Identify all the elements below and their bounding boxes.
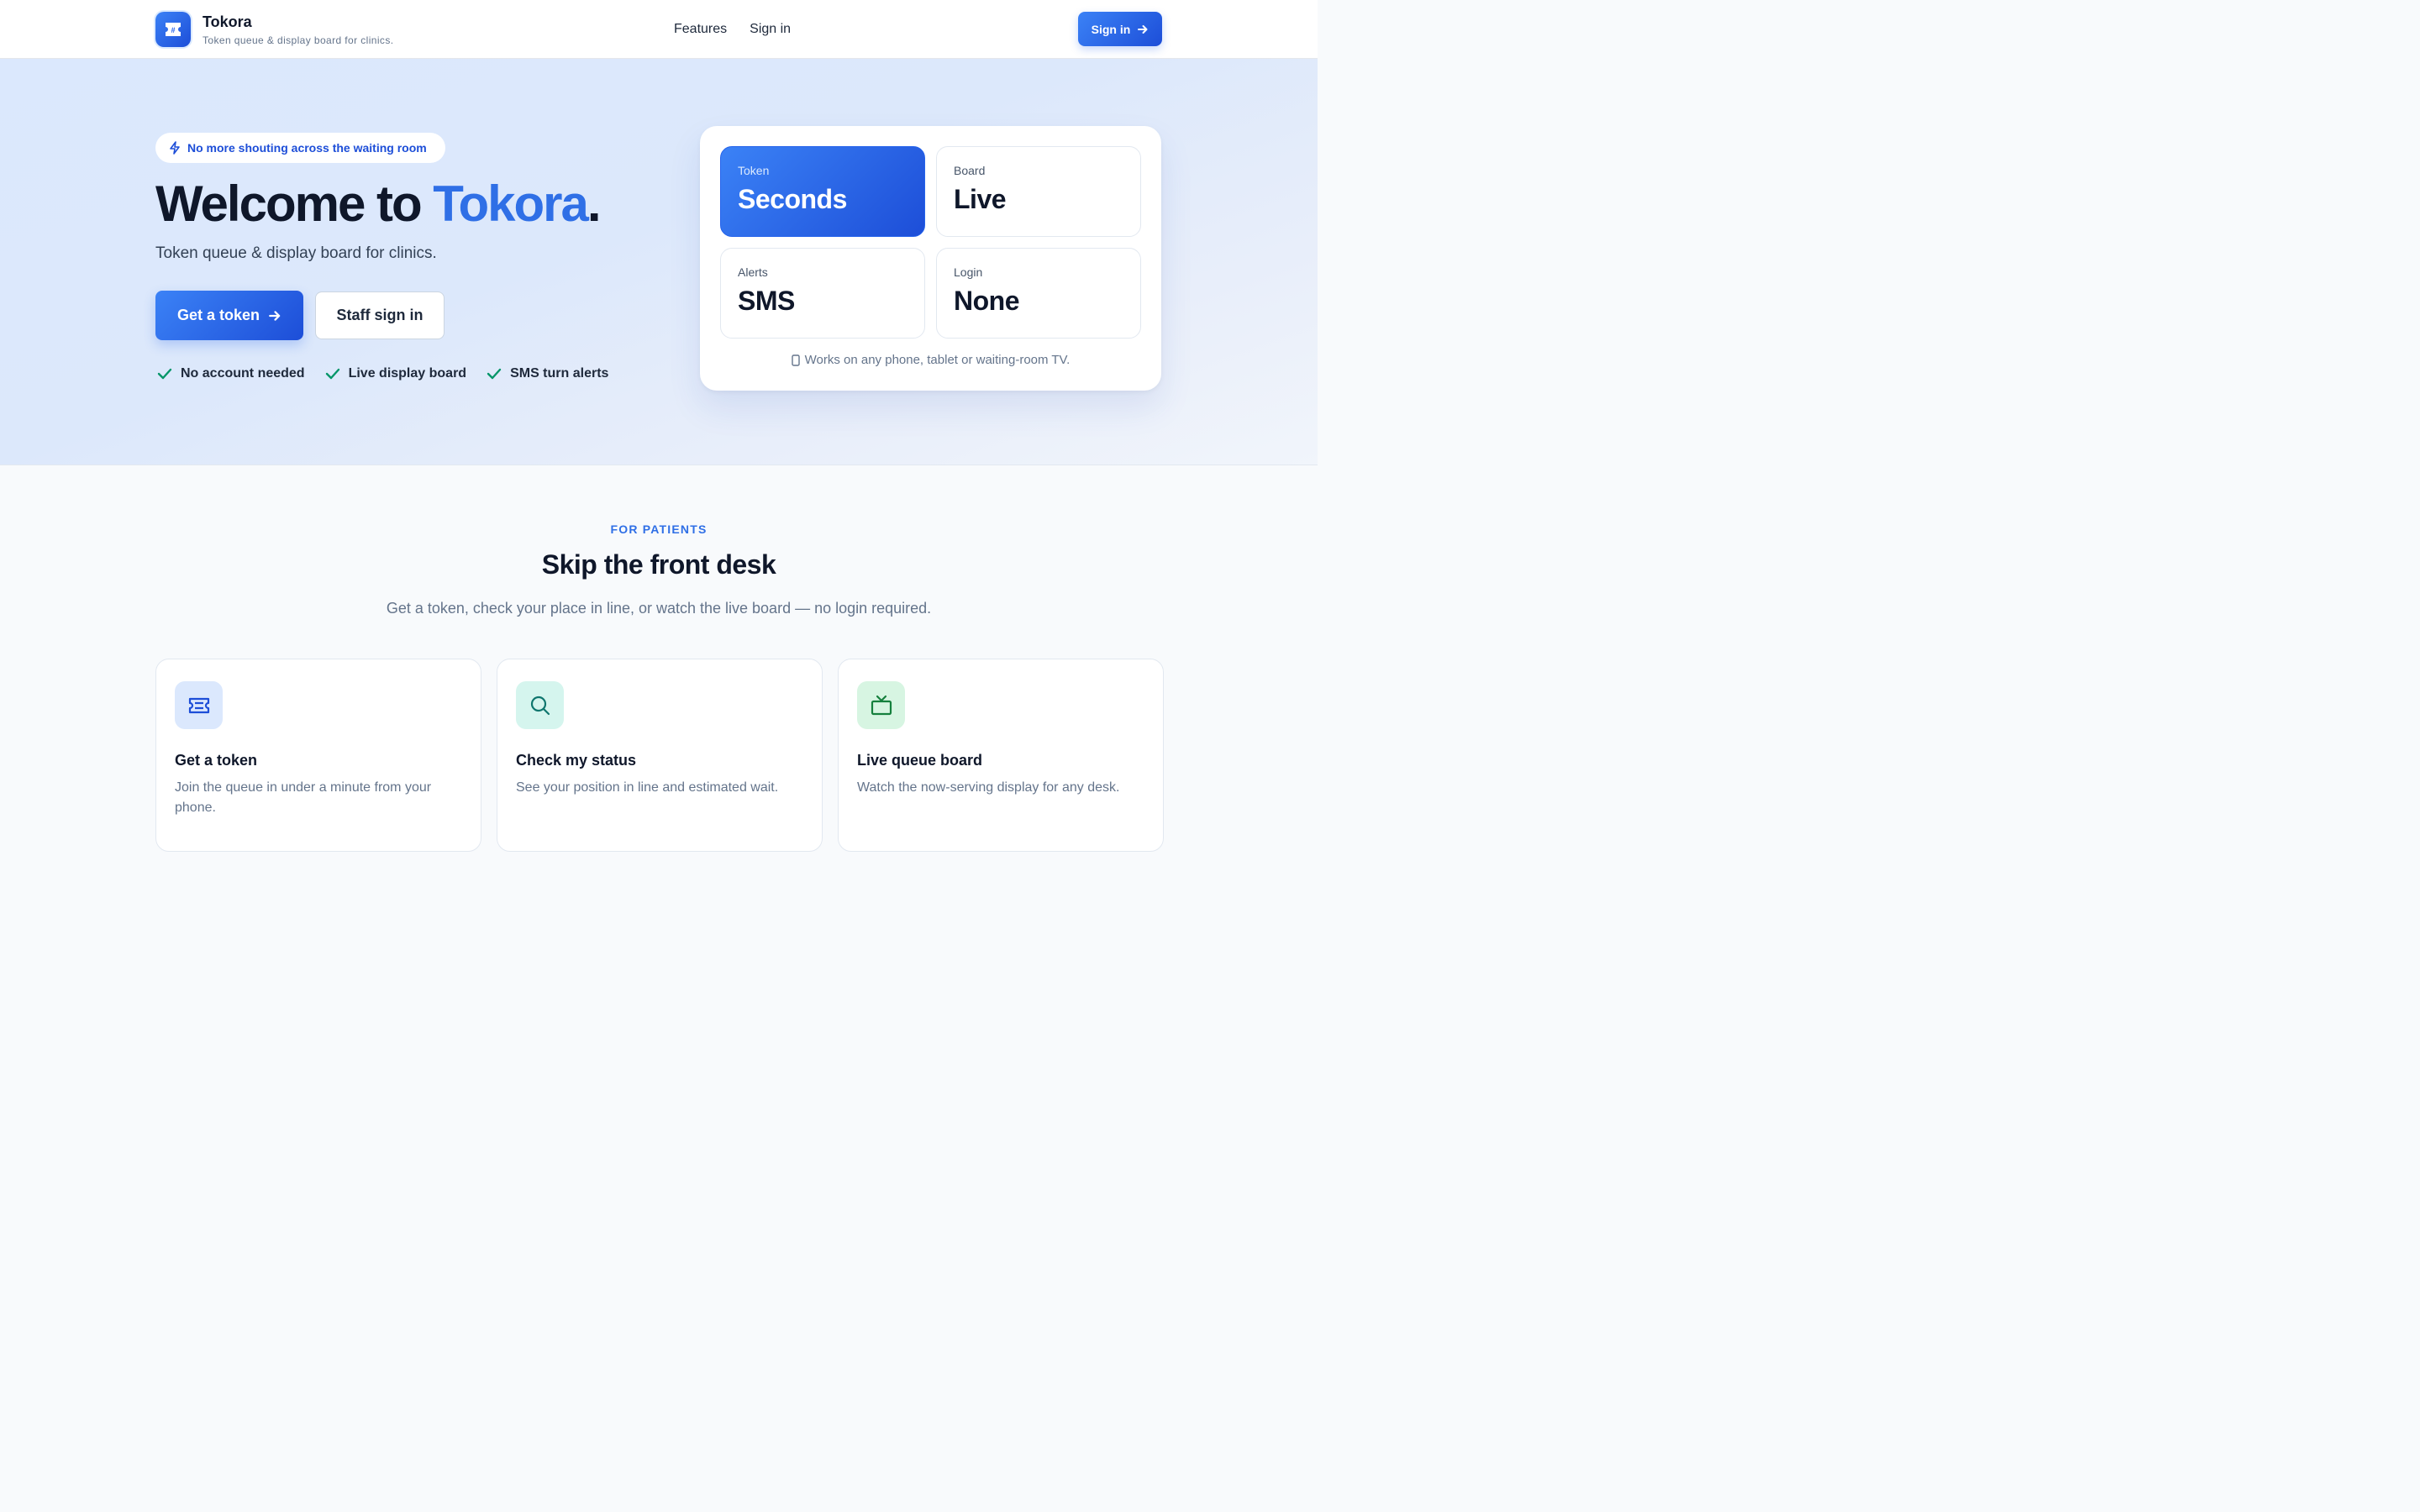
check-label: Live display board: [348, 366, 467, 381]
card-title: Check my status: [516, 752, 637, 769]
stat-board: Board Live: [936, 146, 1141, 237]
card-get-token[interactable]: Get a token Join the queue in under a mi…: [155, 659, 481, 852]
svg-text:#: #: [171, 26, 175, 34]
hero-pill: No more shouting across the waiting room: [155, 133, 445, 163]
stat-key: Board: [954, 164, 986, 177]
stat-token: Token Seconds: [720, 146, 925, 237]
brand: Tokora Token queue & display board for c…: [203, 13, 393, 46]
lightning-icon: [170, 141, 180, 155]
stat-login: Login None: [936, 248, 1141, 339]
stat-value: Seconds: [738, 184, 847, 214]
stats-footer: Works on any phone, tablet or waiting-ro…: [700, 353, 1161, 367]
stat-key: Token: [738, 164, 770, 177]
ticket-icon: [175, 681, 223, 729]
hero-title-suffix: .: [587, 176, 602, 232]
stat-alerts: Alerts SMS: [720, 248, 925, 339]
hero-checks: No account needed Live display board SMS…: [157, 366, 608, 381]
check-icon: [487, 368, 502, 380]
card-desc: Watch the now-serving display for any de…: [857, 780, 1120, 795]
get-token-button[interactable]: Get a token: [155, 291, 303, 340]
stat-value: SMS: [738, 286, 795, 316]
stat-value: Live: [954, 184, 1007, 214]
check-label: SMS turn alerts: [510, 366, 609, 381]
check-item: SMS turn alerts: [487, 366, 608, 381]
hero-pill-text: No more shouting across the waiting room: [187, 141, 427, 155]
phone-icon: [791, 354, 800, 366]
section-title: Skip the front desk: [541, 549, 776, 580]
staff-sign-in-button[interactable]: Staff sign in: [315, 291, 445, 339]
section-subtitle: Get a token, check your place in line, o…: [386, 600, 932, 617]
site-header: # Tokora Token queue & display board for…: [0, 0, 1318, 59]
check-icon: [157, 368, 172, 380]
card-live-board[interactable]: Live queue board Watch the now-serving d…: [838, 659, 1164, 852]
check-item: Live display board: [325, 366, 466, 381]
section-eyebrow: FOR PATIENTS: [610, 522, 708, 536]
feature-cards: Get a token Join the queue in under a mi…: [155, 659, 1164, 852]
hero-subtitle: Token queue & display board for clinics.: [155, 244, 437, 262]
check-item: No account needed: [157, 366, 305, 381]
check-icon: [325, 368, 339, 380]
patients-section: FOR PATIENTS Skip the front desk Get a t…: [0, 465, 1318, 852]
hero-title: Welcome to Tokora.: [155, 175, 602, 234]
staff-sign-in-label: Staff sign in: [336, 307, 424, 323]
nav-features[interactable]: Features: [674, 22, 727, 37]
stats-footer-text: Works on any phone, tablet or waiting-ro…: [804, 353, 1071, 367]
get-token-label: Get a token: [176, 307, 260, 323]
check-label: No account needed: [181, 366, 305, 381]
arrow-right-icon: [269, 310, 281, 321]
stat-value: None: [954, 286, 1020, 316]
stat-key: Alerts: [738, 265, 768, 279]
brand-name: Tokora: [203, 13, 252, 30]
stat-key: Login: [954, 265, 983, 279]
tv-icon: [857, 681, 905, 729]
hero-title-accent: Tokora: [433, 176, 589, 232]
nav-sign-in[interactable]: Sign in: [750, 22, 791, 37]
card-title: Live queue board: [857, 752, 983, 769]
hero-section: No more shouting across the waiting room…: [0, 59, 1318, 465]
brand-tagline: Token queue & display board for clinics.: [203, 34, 394, 46]
main-nav: Features Sign in: [674, 0, 791, 59]
card-title: Get a token: [175, 752, 258, 769]
stats-card: Token Seconds Board Live Alerts SMS Logi…: [700, 126, 1161, 391]
hero-title-prefix: Welcome to: [155, 176, 434, 232]
logo-icon[interactable]: #: [155, 12, 191, 47]
card-desc: Join the queue in under a minute from yo…: [175, 780, 432, 815]
search-icon: [516, 681, 564, 729]
card-desc: See your position in line and estimated …: [516, 780, 779, 795]
header-sign-in-label: Sign in: [1091, 22, 1131, 36]
header-sign-in-button[interactable]: Sign in: [1078, 12, 1162, 46]
card-check-status[interactable]: Check my status See your position in lin…: [497, 659, 823, 852]
arrow-right-icon: [1138, 24, 1148, 34]
